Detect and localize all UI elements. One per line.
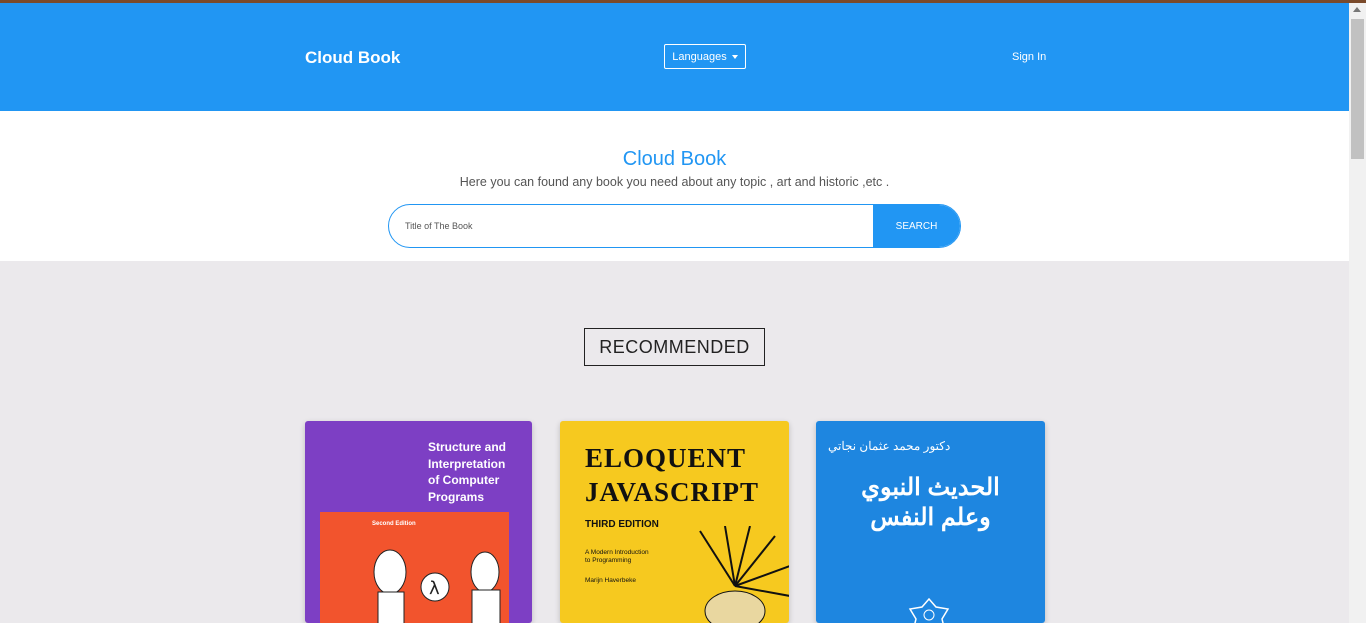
search-button[interactable]: SEARCH — [873, 205, 960, 247]
book-author: دكتور محمد عثمان نجاتي — [828, 439, 951, 453]
book-edition: Second Edition — [372, 521, 416, 527]
site-header: Cloud Book Languages Sign In — [0, 3, 1349, 111]
book-cover-title: ELOQUENT JAVASCRIPT — [585, 441, 759, 509]
book-author: Marijn Haverbeke — [585, 577, 636, 584]
bird-illustration — [699, 526, 789, 623]
search-bar: SEARCH — [388, 204, 961, 248]
sign-in-link[interactable]: Sign In — [1012, 51, 1046, 63]
search-input[interactable] — [389, 205, 873, 247]
scroll-up-arrow-icon[interactable] — [1353, 7, 1361, 12]
book-cover-title: الحديث النبوي وعلم النفس — [816, 473, 1045, 533]
book-card-sicp[interactable]: Structure and Interpretation of Computer… — [305, 421, 532, 623]
title-line: of Computer — [428, 473, 500, 487]
title-line: Structure and — [428, 440, 507, 454]
hero-title: Cloud Book — [622, 148, 727, 170]
brand-logo[interactable]: Cloud Book — [305, 48, 400, 68]
wizard-illustration: λ — [373, 549, 501, 623]
caret-down-icon — [731, 54, 738, 59]
publisher-seal-icon — [908, 597, 950, 623]
recommended-heading: RECOMMENDED — [584, 328, 765, 366]
title-line: ELOQUENT — [585, 443, 747, 473]
subtitle-line: to Programming — [585, 557, 632, 564]
subtitle-line: A Modern Introduction — [585, 549, 649, 556]
languages-dropdown-button[interactable]: Languages — [664, 44, 746, 69]
title-line: JAVASCRIPT — [585, 477, 760, 507]
languages-label: Languages — [672, 50, 727, 63]
title-line: Interpretation — [428, 456, 506, 471]
title-line: الحديث النبوي — [861, 474, 1000, 501]
scrollbar-thumb[interactable] — [1351, 19, 1364, 159]
title-line: Programs — [428, 489, 485, 504]
book-cover-title: Structure and Interpretation of Computer… — [428, 439, 506, 505]
title-line: وعلم النفس — [870, 504, 991, 531]
svg-text:λ: λ — [429, 578, 440, 599]
hero-section: Cloud Book Here you can found any book y… — [0, 111, 1349, 261]
book-card-hadith-psychology[interactable]: دكتور محمد عثمان نجاتي الحديث النبوي وعل… — [816, 421, 1045, 623]
vertical-scrollbar[interactable] — [1349, 3, 1366, 623]
hero-subtitle: Here you can found any book you need abo… — [459, 175, 890, 189]
cover-art-panel: Second Edition λ — [320, 512, 509, 623]
book-edition: THIRD EDITION — [585, 519, 659, 530]
book-subtitle: A Modern Introduction to Programming — [585, 549, 649, 565]
book-card-eloquent-javascript[interactable]: ELOQUENT JAVASCRIPT THIRD EDITION A Mode… — [560, 421, 789, 623]
